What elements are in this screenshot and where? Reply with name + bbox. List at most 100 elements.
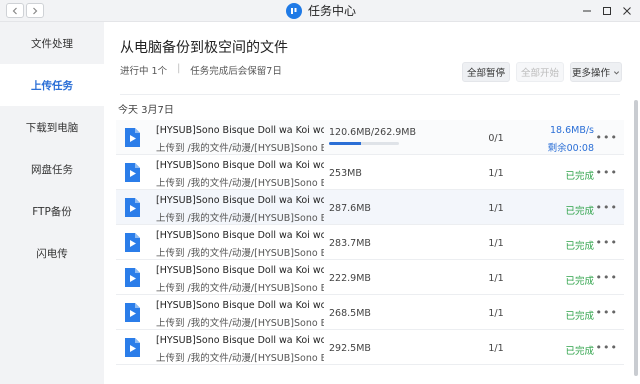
sidebar-item-download-to-pc[interactable]: 下载到电脑 [0, 106, 104, 148]
file-count: 1/1 [488, 168, 504, 179]
file-count: 1/1 [488, 343, 504, 354]
sidebar-item-flash-transfer[interactable]: 闪电传 [0, 232, 104, 274]
retention-note: 任务完成后会保留7日 [190, 66, 282, 77]
more-actions-button[interactable]: 更多操作 [570, 62, 622, 82]
chevron-right-icon [33, 7, 38, 14]
chevron-down-icon [613, 70, 620, 75]
page-title: 从电脑备份到极空间的文件 [120, 40, 288, 56]
ellipsis-icon[interactable]: ••• [596, 167, 618, 178]
close-icon [623, 7, 631, 15]
file-size: 120.6MB/262.9MB [329, 127, 417, 138]
table-row[interactable]: [HYSUB]Sono Bisque Doll wa Koi wo S... 上传… [116, 190, 624, 225]
file-destination: 上传到 /我的文件/动漫/[HYSUB]Sono Bi... [156, 353, 324, 364]
maximize-icon [603, 7, 611, 15]
ellipsis-icon[interactable]: ••• [596, 342, 618, 353]
sidebar-item-label: 上传任务 [31, 79, 73, 92]
file-size: 253MB [329, 168, 362, 179]
file-size: 268.5MB [329, 308, 371, 319]
file-name: [HYSUB]Sono Bisque Doll wa Koi wo S... [156, 335, 324, 346]
task-summary: 进行中 1个 | 任务完成后会保留7日 [120, 63, 282, 77]
sidebar-item-cloud-tasks[interactable]: 网盘任务 [0, 148, 104, 190]
sidebar-item-label: 文件处理 [31, 37, 73, 50]
video-file-icon [125, 338, 140, 357]
date-group-header: 今天 3月7日 [118, 105, 174, 116]
file-name: [HYSUB]Sono Bisque Doll wa Koi wo S... [156, 230, 324, 241]
start-all-button[interactable]: 全部开始 [516, 62, 564, 82]
sidebar-item-label: 下载到电脑 [25, 121, 79, 134]
status-badge: 已完成 [565, 311, 594, 322]
summary-separator: | [177, 63, 181, 74]
file-destination: 上传到 /我的文件/动漫/[HYSUB]Sono Bi... [156, 178, 324, 189]
forward-button[interactable] [26, 3, 44, 18]
file-size: 222.9MB [329, 273, 371, 284]
main-panel: 从电脑备份到极空间的文件 进行中 1个 | 任务完成后会保留7日 全部暂停 全部… [104, 22, 640, 384]
file-destination: 上传到 /我的文件/动漫/[HYSUB]Sono Bi... [156, 318, 324, 329]
file-destination: 上传到 /我的文件/动漫/[HYSUB]Sono Bi... [156, 283, 324, 294]
app-logo-icon [286, 2, 302, 19]
table-row[interactable]: [HYSUB]Sono Bisque Doll wa Koi wo S... 上传… [116, 330, 624, 365]
in-progress-count: 进行中 1个 [120, 66, 168, 77]
ellipsis-icon[interactable]: ••• [596, 202, 618, 213]
file-name: [HYSUB]Sono Bisque Doll wa Koi wo S... [156, 195, 324, 206]
file-count: 1/1 [488, 273, 504, 284]
video-file-icon [125, 198, 140, 217]
time-remaining: 剩余00:08 [547, 143, 594, 154]
ellipsis-icon[interactable]: ••• [596, 272, 618, 283]
title-bar: 任务中心 [0, 0, 640, 22]
header-divider [120, 94, 620, 95]
file-name: [HYSUB]Sono Bisque Doll wa Koi wo S... [156, 265, 324, 276]
file-destination: 上传到 /我的文件/动漫/[HYSUB]Sono Bi... [156, 213, 324, 224]
status-badge: 已完成 [565, 276, 594, 287]
file-size: 287.6MB [329, 203, 371, 214]
minimize-icon [583, 10, 591, 12]
file-count: 1/1 [488, 308, 504, 319]
sidebar: 文件处理 上传任务 下载到电脑 网盘任务 FTP备份 闪电传 [0, 22, 104, 384]
video-file-icon [125, 233, 140, 252]
sidebar-item-label: FTP备份 [32, 205, 72, 218]
sidebar-item-ftp-backup[interactable]: FTP备份 [0, 190, 104, 232]
scrollbar[interactable] [634, 100, 638, 376]
sidebar-item-file-processing[interactable]: 文件处理 [0, 22, 104, 64]
progress-bar [329, 142, 399, 145]
file-destination: 上传到 /我的文件/动漫/[HYSUB]Sono Bi... [156, 248, 324, 259]
sidebar-item-label: 闪电传 [36, 247, 68, 260]
nav-buttons [6, 3, 44, 18]
maximize-button[interactable] [600, 4, 614, 18]
window-title: 任务中心 [308, 4, 357, 18]
table-row[interactable]: [HYSUB]Sono Bisque Doll wa Koi wo S... 上传… [116, 225, 624, 260]
close-button[interactable] [620, 4, 634, 18]
file-size: 292.5MB [329, 343, 371, 354]
table-row[interactable]: [HYSUB]Sono Bisque Doll wa Koi wo S... 上传… [116, 155, 624, 190]
sidebar-item-label: 网盘任务 [31, 163, 73, 176]
file-size: 283.7MB [329, 238, 371, 249]
more-actions-label: 更多操作 [571, 68, 610, 79]
minimize-button[interactable] [580, 4, 594, 18]
progress-fill [329, 142, 362, 145]
file-destination: 上传到 /我的文件/动漫/[HYSUB]Sono Bi... [156, 143, 324, 154]
ellipsis-icon[interactable]: ••• [596, 132, 618, 143]
status-badge: 已完成 [565, 346, 594, 357]
table-row[interactable]: [HYSUB]Sono Bisque Doll wa Koi wo S... 上传… [116, 260, 624, 295]
file-count: 1/1 [488, 203, 504, 214]
ellipsis-icon[interactable]: ••• [596, 237, 618, 248]
ellipsis-icon[interactable]: ••• [596, 307, 618, 318]
video-file-icon [125, 268, 140, 287]
pause-all-button[interactable]: 全部暂停 [462, 62, 510, 82]
status-badge: 已完成 [565, 241, 594, 252]
table-row[interactable]: [HYSUB]Sono Bisque Doll wa Koi wo S... 上传… [116, 120, 624, 155]
back-button[interactable] [6, 3, 24, 18]
file-name: [HYSUB]Sono Bisque Doll wa Koi wo S... [156, 160, 324, 171]
task-list: [HYSUB]Sono Bisque Doll wa Koi wo S... 上传… [116, 120, 624, 365]
video-file-icon [125, 128, 140, 147]
file-name: [HYSUB]Sono Bisque Doll wa Koi wo S... [156, 300, 324, 311]
file-count: 1/1 [488, 238, 504, 249]
upload-speed: 18.6MB/s [549, 125, 594, 136]
sidebar-item-upload-tasks[interactable]: 上传任务 [0, 64, 104, 106]
video-file-icon [125, 163, 140, 182]
table-row[interactable]: [HYSUB]Sono Bisque Doll wa Koi wo S... 上传… [116, 295, 624, 330]
status-badge: 已完成 [565, 171, 594, 182]
status-badge: 已完成 [565, 206, 594, 217]
chevron-left-icon [12, 7, 17, 14]
file-count: 0/1 [488, 133, 504, 144]
app-title-area: 任务中心 [286, 2, 356, 19]
